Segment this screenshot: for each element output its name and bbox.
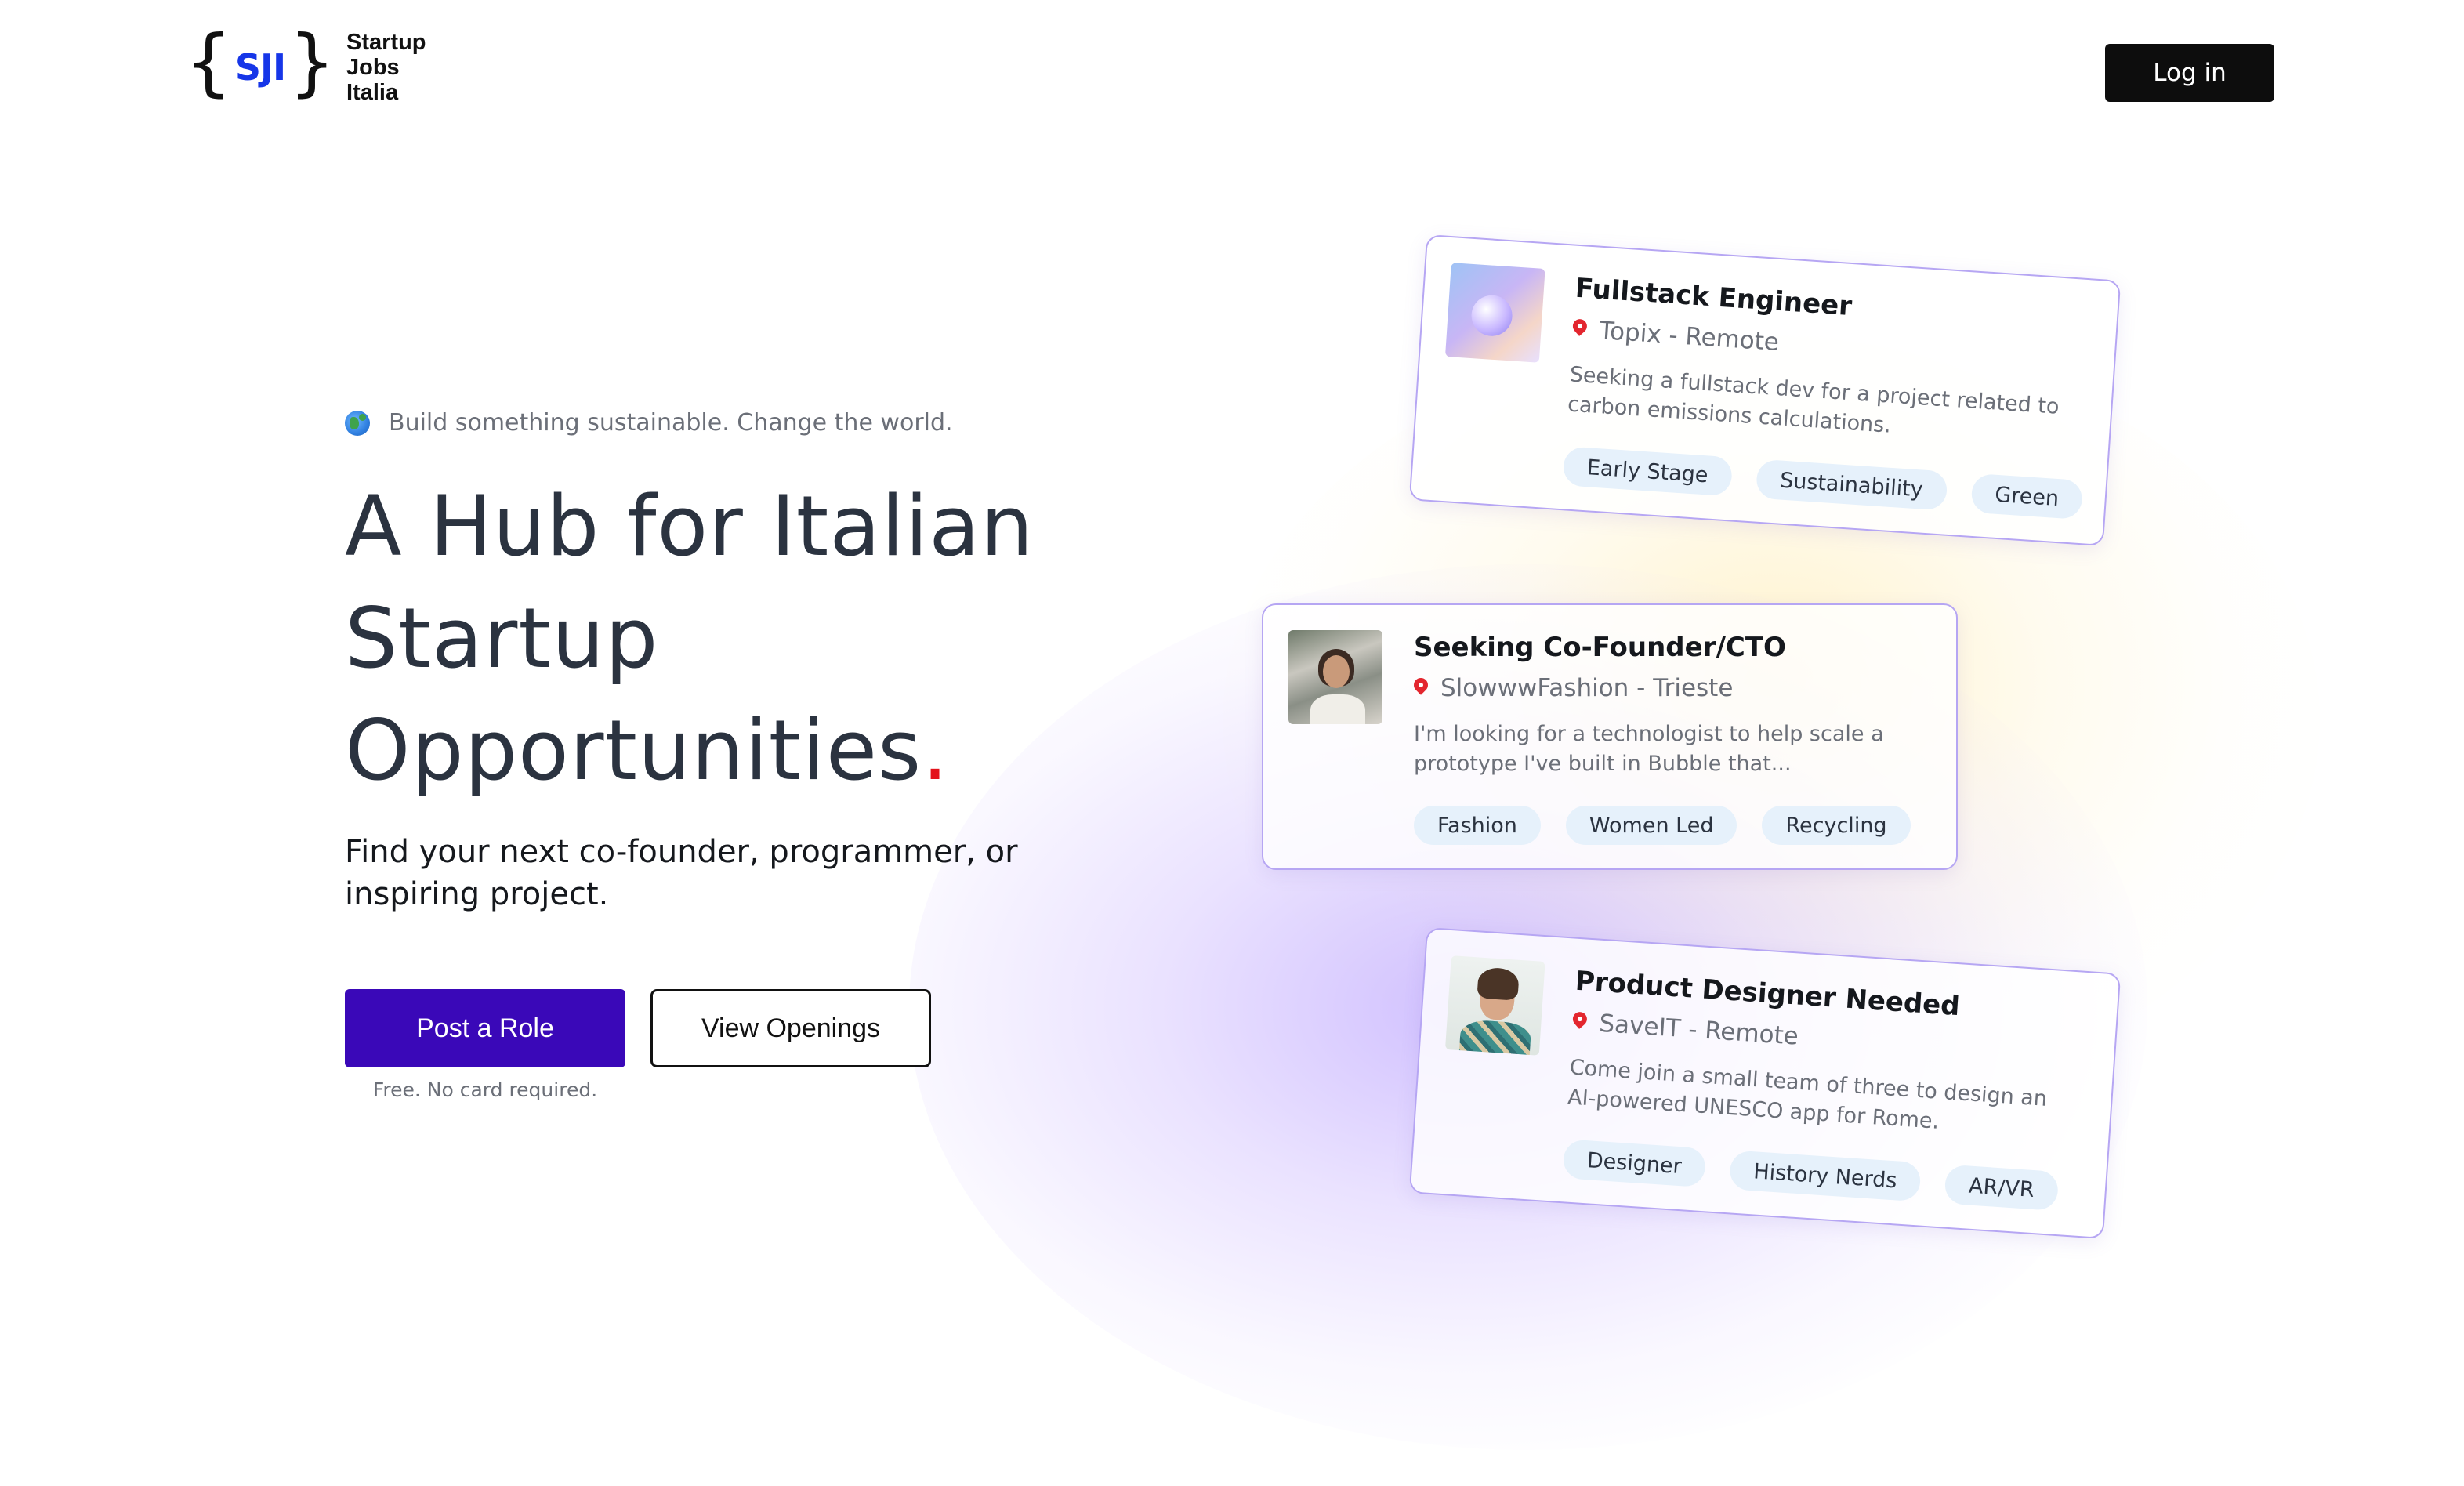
job-tag[interactable]: Early Stage	[1562, 446, 1734, 497]
logo-letters: SJI	[234, 46, 286, 89]
job-tags: Designer History Nerds AR/VR	[1562, 1139, 2060, 1211]
job-tag[interactable]: Green	[1969, 473, 2084, 520]
post-role-button[interactable]: Post a Role	[345, 989, 625, 1067]
logo-brace-open: {	[185, 20, 232, 105]
job-thumbnail	[1288, 630, 1382, 724]
job-description: Come join a small team of three to desig…	[1567, 1055, 2048, 1134]
job-location-text: SlowwwFashion - Trieste	[1440, 674, 1734, 702]
job-card-cofounder-cto[interactable]: Seeking Co-Founder/CTO SlowwwFashion - T…	[1262, 603, 1958, 870]
location-pin-icon	[1411, 675, 1431, 695]
job-location-text: SaveIT - Remote	[1598, 1009, 1799, 1051]
logo-line-startup: Startup	[346, 30, 426, 55]
job-tag[interactable]: Sustainability	[1755, 458, 1948, 511]
hero-tagline: Build something sustainable. Change the …	[345, 409, 953, 437]
hero-title-line-2: Startup	[345, 590, 659, 687]
logo-line-italia: Italia	[346, 80, 399, 105]
job-tag[interactable]: Designer	[1562, 1139, 1707, 1188]
job-location: SaveIT - Remote	[1570, 1008, 1799, 1051]
job-card-fullstack-engineer[interactable]: Fullstack Engineer Topix - Remote Seekin…	[1408, 234, 2122, 547]
job-tags: Early Stage Sustainability Green	[1562, 446, 2084, 520]
job-tag[interactable]: History Nerds	[1728, 1150, 1922, 1202]
logo-line-jobs: Jobs	[346, 55, 400, 80]
hero-title: A Hub for Italian Startup Opportunities.	[345, 470, 1129, 806]
hero-title-dot: .	[922, 702, 949, 799]
hero-title-line-1: A Hub for Italian	[345, 478, 1035, 574]
job-tag[interactable]: Fashion	[1414, 806, 1541, 845]
login-button[interactable]: Log in	[2105, 44, 2274, 102]
view-openings-button[interactable]: View Openings	[650, 989, 931, 1067]
job-tag[interactable]: Women Led	[1565, 806, 1737, 845]
job-card-product-designer[interactable]: Product Designer Needed SaveIT - Remote …	[1408, 926, 2122, 1240]
location-pin-icon	[1570, 316, 1590, 336]
hero-title-line-3: Opportunities	[345, 702, 922, 799]
logo[interactable]: { SJI } Startup Jobs Italia	[185, 26, 426, 106]
globe-icon	[345, 410, 370, 436]
job-tag[interactable]: AR/VR	[1944, 1164, 2060, 1211]
logo-brace-close: }	[288, 20, 335, 105]
logo-mark: { SJI }	[185, 26, 335, 104]
hero-subtitle: Find your next co-founder, programmer, o…	[345, 834, 1018, 912]
job-location: Topix - Remote	[1570, 315, 1781, 357]
job-location-text: Topix - Remote	[1598, 316, 1781, 357]
landing-page: { SJI } Startup Jobs Italia Log in Build…	[0, 0, 2464, 1486]
logo-wordmark: Startup Jobs Italia	[346, 30, 426, 105]
job-tag[interactable]: Recycling	[1762, 806, 1911, 845]
free-note: Free. No card required.	[372, 1078, 598, 1101]
job-thumbnail	[1444, 955, 1545, 1056]
job-description: I'm looking for a technologist to help s…	[1414, 722, 1884, 776]
job-description: Seeking a fullstack dev for a project re…	[1567, 362, 2060, 438]
job-title: Fullstack Engineer	[1574, 272, 1853, 323]
job-thumbnail	[1444, 263, 1545, 363]
location-pin-icon	[1570, 1009, 1590, 1029]
job-location: SlowwwFashion - Trieste	[1411, 674, 1734, 702]
job-tags: Fashion Women Led Recycling	[1414, 806, 1911, 845]
job-title: Seeking Co-Founder/CTO	[1414, 632, 1786, 663]
tagline-text: Build something sustainable. Change the …	[389, 409, 953, 437]
